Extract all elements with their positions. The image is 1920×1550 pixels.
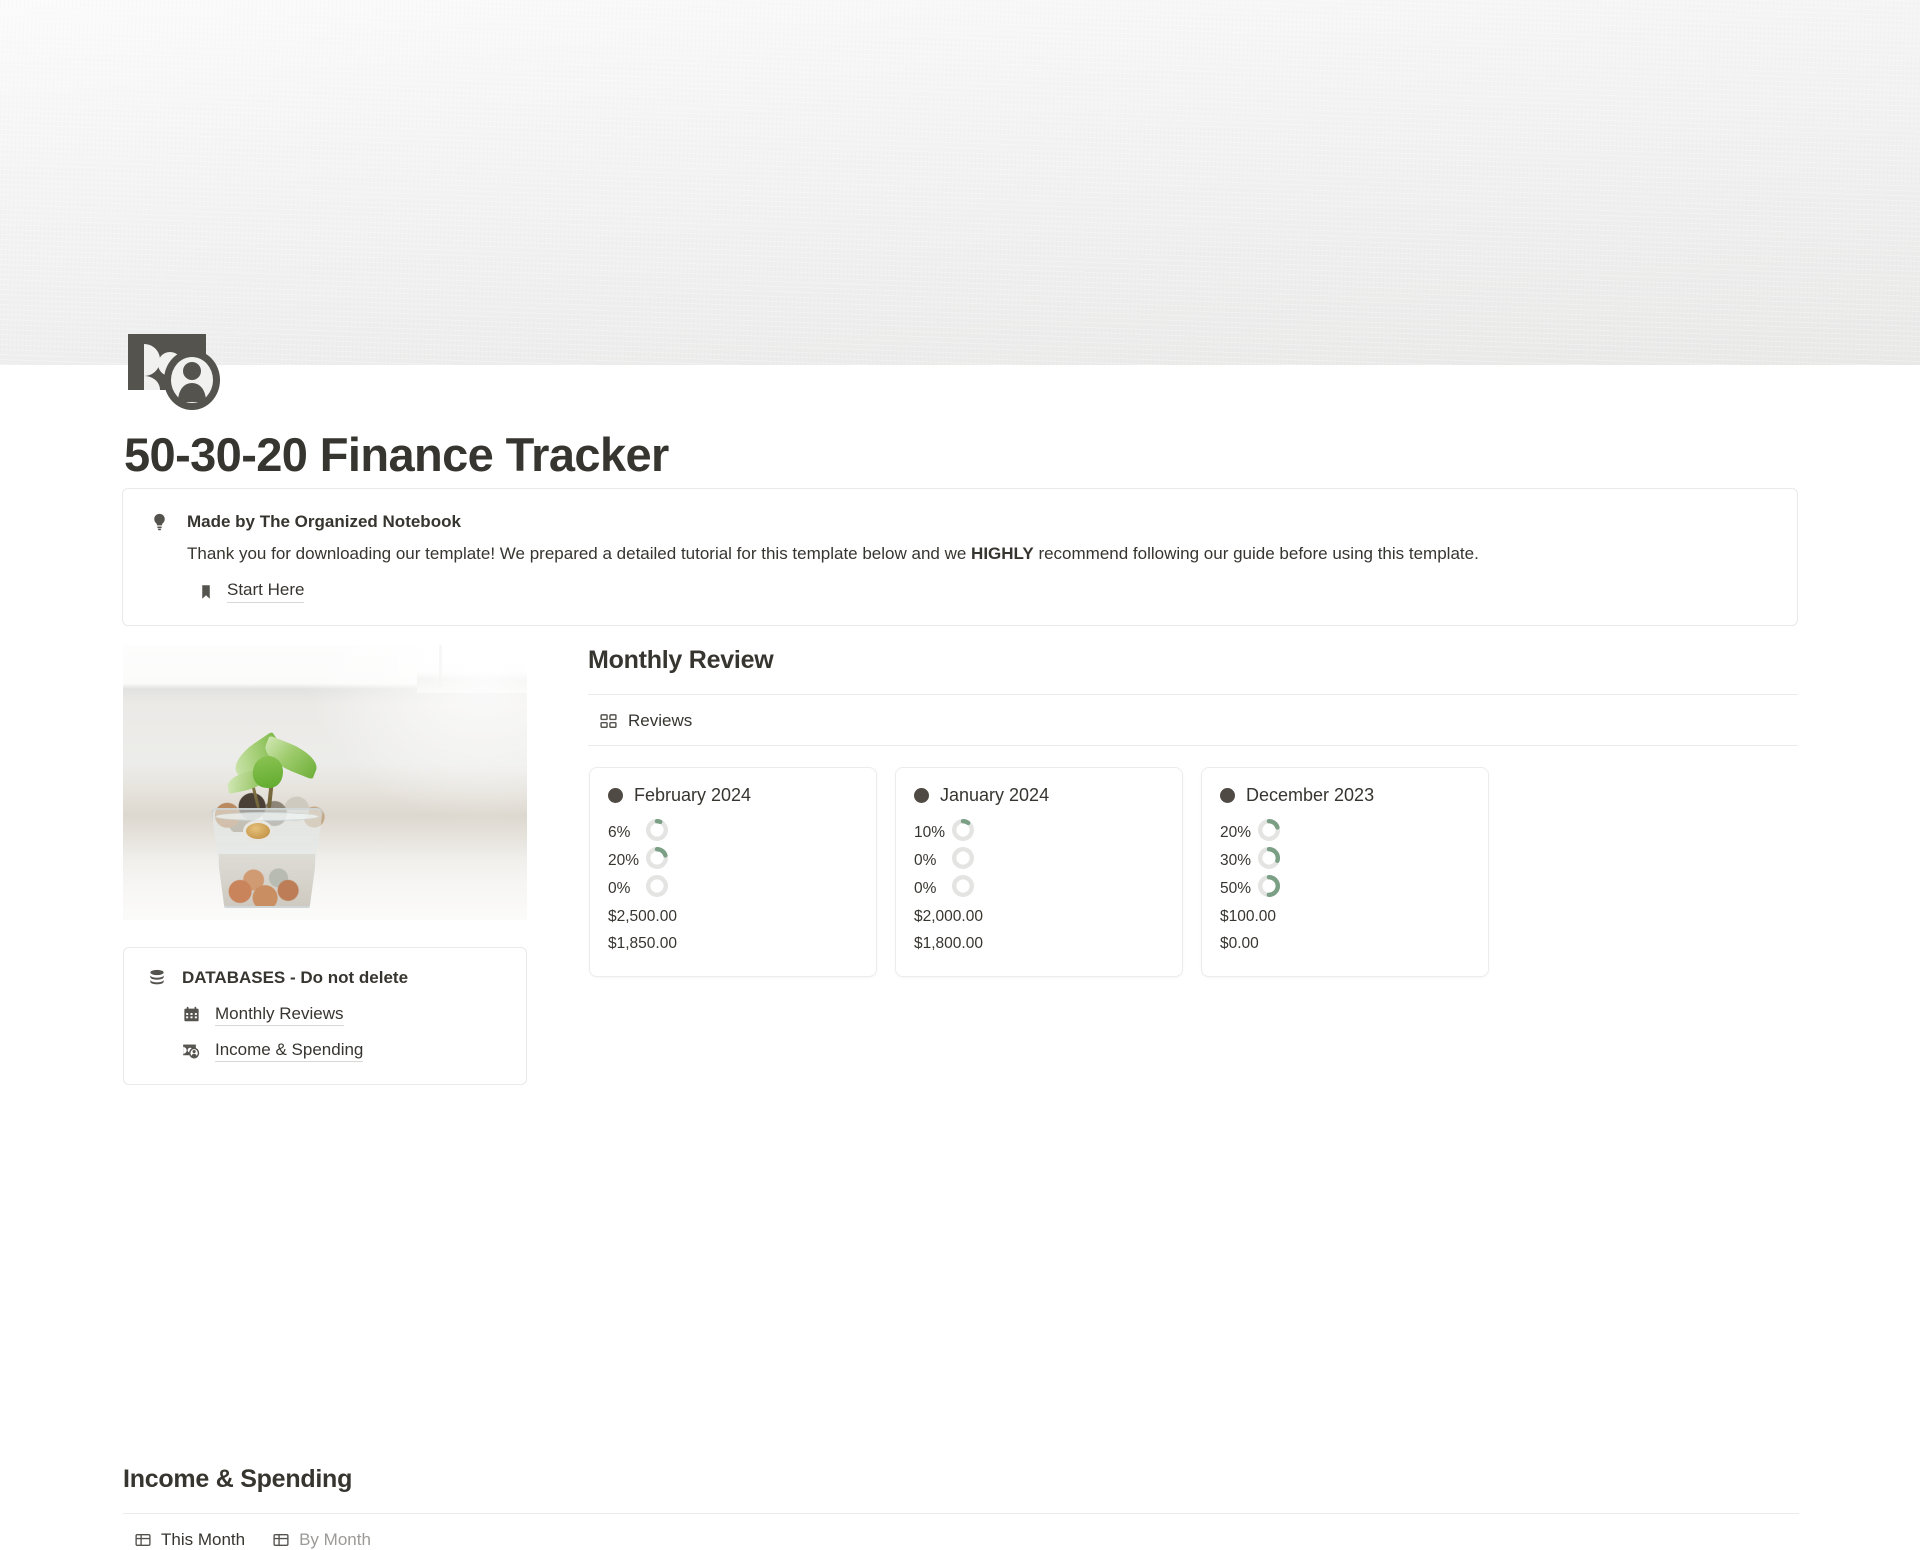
progress-percent-label: 20%	[608, 851, 640, 869]
amount-value: $1,800.00	[914, 934, 983, 952]
databases-title: DATABASES - Do not delete	[182, 968, 409, 987]
database-link-label[interactable]: Monthly Reviews	[215, 1004, 344, 1026]
page-cover-image	[0, 0, 1920, 365]
progress-property-row: 0%	[914, 875, 1164, 903]
progress-percent-label: 0%	[914, 851, 937, 869]
monthly-review-heading: Monthly Review	[588, 646, 774, 674]
income-spending-section: Income & Spending This Month By Month	[123, 1465, 1799, 1550]
progress-property-row: 6%	[608, 819, 858, 847]
progress-ring	[1257, 847, 1281, 874]
progress-property-row: 10%	[914, 819, 1164, 847]
progress-ring	[645, 819, 669, 846]
progress-ring	[951, 875, 975, 902]
plant-coins-image	[123, 645, 527, 920]
table-view-icon	[135, 1532, 151, 1548]
callout-title: Made by The Organized Notebook	[187, 512, 461, 531]
progress-property-row: 20%	[608, 847, 858, 875]
database-view-tabbar: Reviews	[588, 695, 1798, 746]
status-dot	[1220, 788, 1235, 804]
callout-text-after: recommend following our guide before usi…	[1033, 543, 1479, 563]
review-cards-gallery: February 2024 6% 20% 0% $2,500.00 $1,850.00 Ja…	[588, 767, 1798, 977]
review-card[interactable]: December 2023 20% 30% 50% $100.00 $0.00	[1201, 767, 1489, 977]
progress-property-row: 20%	[1220, 819, 1470, 847]
table-view-icon	[273, 1532, 289, 1548]
amount-value: $1,850.00	[608, 934, 677, 952]
review-card-title: February 2024	[634, 785, 752, 805]
review-card[interactable]: January 2024 10% 0% 0% $2,000.00 $1,800.00	[895, 767, 1183, 977]
cup-rim	[215, 812, 319, 821]
callout-block[interactable]: Made by The Organized Notebook Thank you…	[122, 488, 1798, 627]
review-card[interactable]: February 2024 6% 20% 0% $2,500.00 $1,850.00	[589, 767, 877, 977]
bookmark-icon	[197, 583, 215, 601]
gallery-view-icon	[600, 713, 617, 730]
status-dot	[914, 788, 929, 804]
callout-text-emphasis: HIGHLY	[971, 543, 1034, 563]
calendar-icon	[182, 1005, 202, 1024]
callout-text-before: Thank you for downloading our template! …	[187, 543, 972, 563]
tab-reviews[interactable]: Reviews	[600, 711, 692, 731]
progress-percent-label: 0%	[914, 879, 937, 897]
progress-percent-label: 50%	[1220, 879, 1252, 897]
cover-texture	[0, 0, 1920, 365]
progress-ring	[645, 875, 669, 902]
status-dot	[608, 788, 623, 804]
progress-property-row: 50%	[1220, 875, 1470, 903]
tab-label: This Month	[161, 1530, 246, 1549]
progress-ring	[645, 847, 669, 874]
tab-this-month[interactable]: This Month	[135, 1530, 245, 1550]
database-link-income-spending[interactable]: Income & Spending	[182, 1040, 504, 1062]
tab-label: Reviews	[628, 711, 693, 730]
progress-property-row: 0%	[608, 875, 858, 903]
amount-value: $2,500.00	[608, 907, 677, 925]
progress-ring	[951, 847, 975, 874]
progress-percent-label: 20%	[1220, 823, 1252, 841]
amount-value: $2,000.00	[914, 907, 983, 925]
highlight-coin	[243, 820, 273, 842]
database-icon	[146, 968, 168, 988]
money-person-icon	[182, 1041, 202, 1060]
tab-by-month[interactable]: By Month	[273, 1530, 371, 1550]
income-spending-tabbar: This Month By Month	[123, 1514, 1799, 1550]
start-here-link[interactable]: Start Here	[227, 580, 305, 604]
databases-callout[interactable]: DATABASES - Do not delete Monthly Review…	[123, 947, 527, 1085]
progress-percent-label: 10%	[914, 823, 946, 841]
tab-label: By Month	[299, 1530, 371, 1549]
callout-text: Thank you for downloading our template! …	[187, 542, 1773, 567]
progress-percent-label: 6%	[608, 823, 631, 841]
left-column: DATABASES - Do not delete Monthly Review…	[123, 645, 527, 1085]
review-card-title: December 2023	[1246, 785, 1375, 805]
page-icon[interactable]	[126, 318, 228, 420]
progress-percent-label: 30%	[1220, 851, 1252, 869]
lightbulb-icon	[147, 512, 171, 533]
database-link-monthly-reviews[interactable]: Monthly Reviews	[182, 1004, 504, 1026]
progress-percent-label: 0%	[608, 879, 631, 897]
progress-property-row: 30%	[1220, 847, 1470, 875]
progress-ring	[1257, 875, 1281, 902]
amount-value: $0.00	[1220, 934, 1259, 952]
coins-in-cup	[219, 854, 315, 906]
progress-ring	[1257, 819, 1281, 846]
right-column: Monthly Review Reviews February 2024 6% …	[588, 645, 1798, 977]
progress-property-row: 0%	[914, 847, 1164, 875]
progress-ring	[951, 819, 975, 846]
review-card-title: January 2024	[940, 785, 1050, 805]
page-title: 50-30-20 Finance Tracker	[124, 428, 669, 481]
database-link-label[interactable]: Income & Spending	[215, 1040, 364, 1062]
income-spending-heading: Income & Spending	[123, 1465, 353, 1493]
amount-value: $100.00	[1220, 907, 1277, 925]
